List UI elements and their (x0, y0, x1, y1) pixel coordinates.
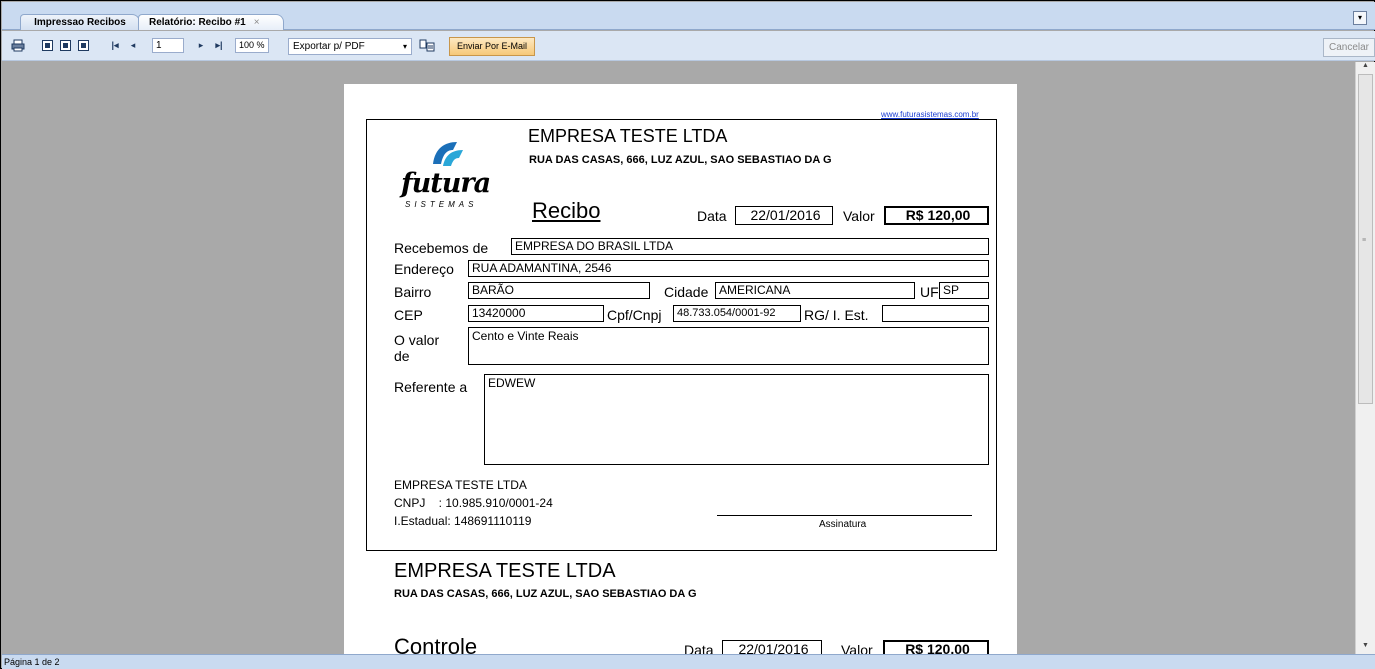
scroll-up-icon[interactable]: ▲ (1356, 62, 1375, 74)
single-page-icon[interactable] (42, 40, 53, 51)
page-count-status: Página 1 de 2 (4, 657, 60, 667)
o-valor-label: O valor (394, 332, 440, 348)
recebemos-field: EMPRESA DO BRASIL LTDA (511, 238, 989, 255)
vertical-scrollbar[interactable]: ▲ ≡ ▼ (1355, 62, 1375, 654)
first-page-icon[interactable]: |◂ (108, 39, 122, 52)
report-preview-area: www.futurasistemas.com.br futura SISTEMA… (2, 62, 1355, 654)
zoom-input[interactable]: 100 % (235, 38, 269, 53)
footer-cnpj: CNPJ : 10.985.910/0001-24 (394, 496, 553, 510)
status-bar: Página 1 de 2 (2, 654, 1375, 669)
control-value-label: Valor (841, 642, 873, 654)
report-page: www.futurasistemas.com.br futura SISTEMA… (344, 84, 1017, 654)
uf-label: UF (920, 284, 939, 300)
send-email-button[interactable]: Enviar Por E-Mail (449, 37, 535, 56)
cep-label: CEP (394, 307, 423, 323)
cidade-field: AMERICANA (715, 282, 915, 299)
cpf-cnpj-label: Cpf/Cnpj (607, 307, 662, 323)
close-icon[interactable]: × (254, 17, 260, 28)
receipt-title: Recibo (532, 198, 601, 223)
previous-page-icon[interactable]: ◂ (126, 39, 140, 52)
referente-field: EDWEW (484, 374, 989, 465)
tab-strip: Impressao Recibos Relatório: Recibo #1 × … (2, 2, 1375, 30)
date-field: 22/01/2016 (735, 206, 833, 225)
logo-subtitle: SISTEMAS (405, 200, 478, 209)
tab-label: Relatório: Recibo #1 (149, 17, 246, 28)
value-label: Valor (843, 208, 875, 224)
multi-page-icon[interactable] (78, 40, 89, 51)
cidade-label: Cidade (664, 284, 709, 300)
tab-list-dropdown-icon[interactable]: ▾ (1353, 11, 1367, 25)
export-icon[interactable] (419, 39, 435, 52)
date-label: Data (697, 208, 727, 224)
grip-icon: ≡ (1362, 237, 1367, 244)
recebemos-label: Recebemos de (394, 240, 489, 256)
endereco-field: RUA ADAMANTINA, 2546 (468, 260, 989, 277)
rg-ie-field (882, 305, 989, 322)
logo-wordmark: futura (401, 168, 491, 199)
value-field: R$ 120,00 (884, 206, 989, 225)
o-valor-label-2: de (394, 348, 410, 364)
printer-icon[interactable] (11, 39, 25, 52)
tab-label: Impressao Recibos (34, 17, 126, 28)
control-title: Controle (394, 634, 478, 654)
next-page-icon[interactable]: ▸ (194, 39, 208, 52)
control-company-name: EMPRESA TESTE LTDA (394, 560, 616, 582)
control-date-field: 22/01/2016 (722, 640, 822, 654)
scroll-down-icon[interactable]: ▼ (1356, 642, 1375, 654)
rg-ie-label: RG/ I. Est. (804, 307, 869, 323)
tab-impressao-recibos[interactable]: Impressao Recibos (20, 14, 140, 30)
export-format-value: Exportar p/ PDF (293, 41, 365, 52)
two-page-icon[interactable] (60, 40, 71, 51)
page-number-input[interactable]: 1 (152, 38, 184, 53)
company-address: RUA DAS CASAS, 666, LUZ AZUL, SAO SEBAST… (529, 154, 832, 166)
scrollbar-thumb[interactable]: ≡ (1358, 74, 1373, 404)
referente-label: Referente a (394, 379, 468, 395)
cep-field: 13420000 (468, 305, 604, 322)
cancel-button[interactable]: Cancelar (1323, 38, 1375, 57)
footer-company-name: EMPRESA TESTE LTDA (394, 478, 527, 492)
website-link[interactable]: www.futurasistemas.com.br (881, 110, 979, 119)
footer-state-registration: I.Estadual: 148691110119 (394, 514, 532, 528)
uf-field: SP (939, 282, 989, 299)
endereco-label: Endereço (394, 261, 454, 277)
signature-label: Assinatura (819, 519, 867, 530)
receipt-frame: futura SISTEMAS EMPRESA TESTE LTDA RUA D… (366, 119, 997, 551)
tab-relatorio-recibo[interactable]: Relatório: Recibo #1 × (138, 14, 284, 30)
control-date-label: Data (684, 642, 714, 654)
signature-line (717, 515, 972, 516)
company-name: EMPRESA TESTE LTDA (528, 126, 728, 146)
bairro-field: BARÃO (468, 282, 650, 299)
last-page-icon[interactable]: ▸| (212, 39, 226, 52)
cpf-cnpj-field: 48.733.054/0001-92 (673, 305, 801, 322)
control-company-address: RUA DAS CASAS, 666, LUZ AZUL, SAO SEBAST… (394, 588, 697, 600)
export-format-select[interactable]: Exportar p/ PDF ▾ (288, 38, 412, 55)
bairro-label: Bairro (394, 284, 432, 300)
report-viewer-window: Impressao Recibos Relatório: Recibo #1 × … (0, 0, 1375, 669)
control-value-field: R$ 120,00 (883, 640, 989, 654)
report-toolbar: |◂ ◂ 1 ▸ ▸| 100 % Exportar p/ PDF ▾ Envi… (2, 31, 1375, 61)
o-valor-field: Cento e Vinte Reais (468, 327, 989, 365)
chevron-down-icon: ▾ (402, 42, 407, 51)
